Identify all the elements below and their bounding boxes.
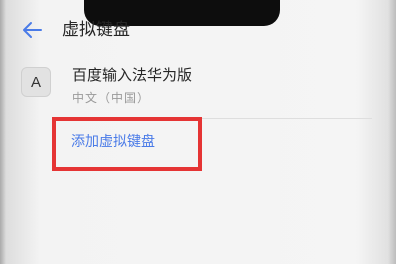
screen: 虚拟键盘 A 百度输入法华为版 中文（中国） 添加虚拟键盘 (0, 0, 396, 264)
keyboard-app-icon: A (21, 67, 51, 97)
keyboard-list-item[interactable]: A 百度输入法华为版 中文（中国） (0, 58, 396, 116)
back-button[interactable] (18, 18, 46, 42)
phone-bezel-left (0, 0, 6, 264)
highlight-annotation-box (52, 117, 202, 171)
phone-bezel-right (388, 0, 396, 264)
page-title: 虚拟键盘 (62, 20, 130, 40)
keyboard-language: 中文（中国） (72, 91, 151, 105)
back-arrow-icon (23, 22, 42, 38)
keyboard-name: 百度输入法华为版 (72, 66, 193, 84)
